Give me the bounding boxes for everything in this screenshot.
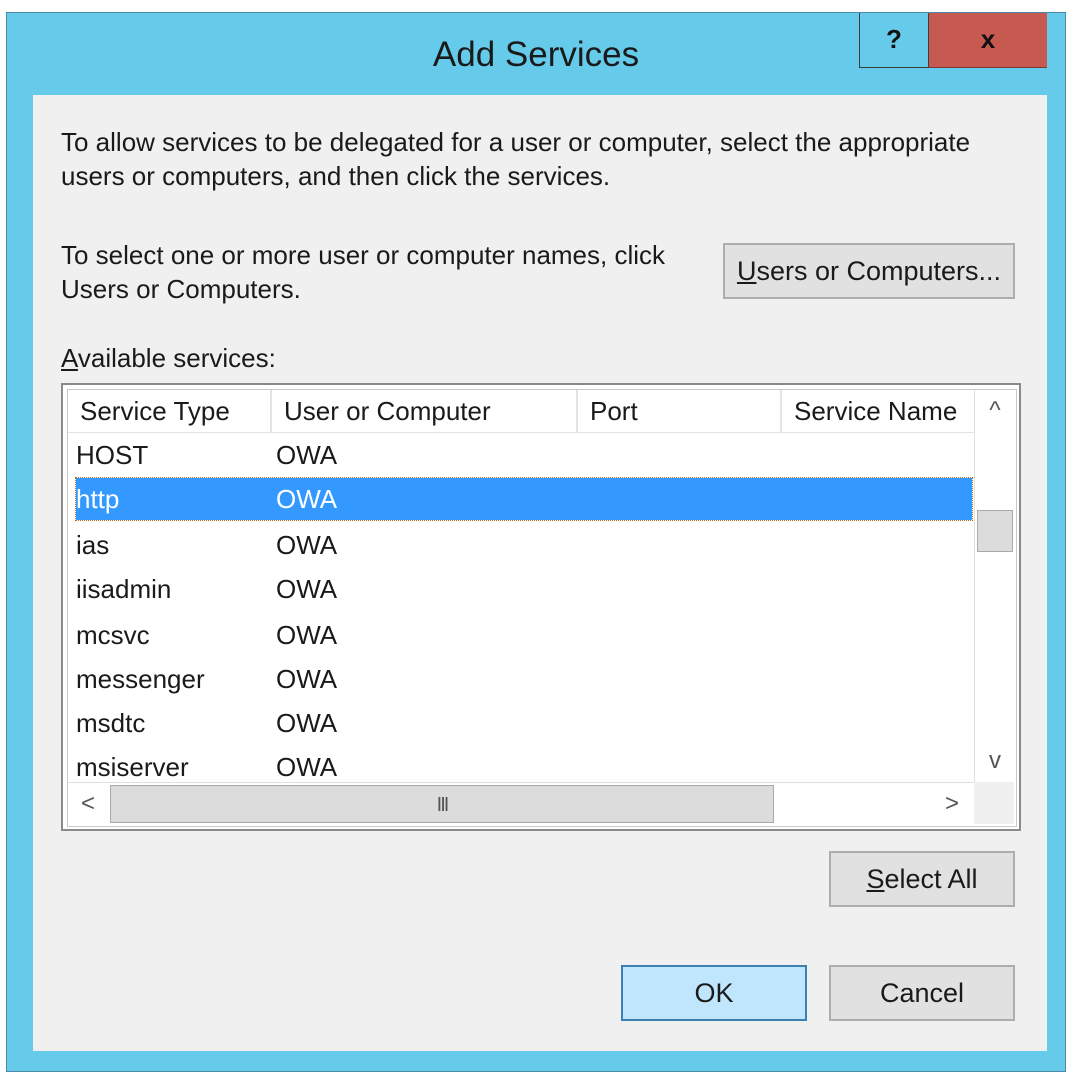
service-type-cell: ias bbox=[76, 530, 110, 560]
horizontal-scroll-thumb[interactable]: III bbox=[110, 785, 774, 823]
mnemonic: U bbox=[736, 255, 757, 286]
service-type-cell: messenger bbox=[76, 664, 205, 694]
cancel-button[interactable]: Cancel bbox=[829, 965, 1015, 1021]
users-or-computers-button[interactable]: Users or Computers... bbox=[723, 243, 1015, 299]
scroll-left-icon[interactable]: < bbox=[68, 783, 108, 825]
user-or-computer-cell: OWA bbox=[276, 620, 338, 650]
column-header-service-type[interactable]: Service Type bbox=[68, 390, 272, 432]
scrollbar-corner bbox=[974, 782, 1014, 824]
vertical-scroll-thumb[interactable] bbox=[977, 510, 1013, 552]
select-instruction-text: To select one or more user or computer n… bbox=[61, 238, 665, 306]
column-header-port[interactable]: Port bbox=[578, 390, 782, 432]
mnemonic: S bbox=[866, 863, 885, 894]
vertical-scrollbar[interactable]: ^ v bbox=[974, 390, 1015, 782]
user-or-computer-cell: OWA bbox=[276, 440, 338, 470]
instruction-line-2: users or computers, and then click the s… bbox=[61, 161, 611, 191]
available-services-label: Available services: bbox=[61, 341, 276, 375]
button-label: sers or Computers... bbox=[756, 255, 1002, 286]
table-row[interactable]: http OWA bbox=[75, 477, 973, 521]
user-or-computer-cell: OWA bbox=[276, 484, 338, 514]
service-type-cell: iisadmin bbox=[76, 574, 172, 604]
user-or-computer-cell: OWA bbox=[276, 708, 338, 738]
select-instruction-line-2: Users or Computers. bbox=[61, 274, 301, 304]
close-button[interactable]: x bbox=[929, 13, 1047, 68]
services-list[interactable]: Service Type User or Computer Port Servi… bbox=[61, 383, 1021, 831]
select-instruction-line-1: To select one or more user or computer n… bbox=[61, 240, 666, 270]
help-button[interactable]: ? bbox=[859, 13, 929, 68]
ok-button[interactable]: OK bbox=[621, 965, 807, 1021]
list-header: Service Type User or Computer Port Servi… bbox=[68, 390, 982, 433]
user-or-computer-cell: OWA bbox=[276, 664, 338, 694]
close-icon: x bbox=[980, 24, 996, 54]
table-row[interactable]: msdtc OWA bbox=[76, 702, 972, 744]
user-or-computer-cell: OWA bbox=[276, 530, 338, 560]
scroll-up-icon[interactable]: ^ bbox=[975, 390, 1015, 432]
service-type-cell: http bbox=[76, 484, 120, 514]
table-row[interactable]: iisadmin OWA bbox=[76, 568, 972, 610]
column-header-service-name[interactable]: Service Name bbox=[782, 390, 982, 432]
select-all-button[interactable]: Select All bbox=[829, 851, 1015, 907]
mnemonic: A bbox=[61, 343, 78, 373]
table-row[interactable]: ias OWA bbox=[76, 524, 972, 566]
button-label: elect All bbox=[884, 863, 978, 894]
table-row[interactable]: mcsvc OWA bbox=[76, 614, 972, 656]
instruction-line-1: To allow services to be delegated for a … bbox=[61, 127, 971, 157]
horizontal-scrollbar[interactable]: < III > bbox=[68, 782, 974, 825]
dialog-body: To allow services to be delegated for a … bbox=[33, 95, 1047, 1051]
user-or-computer-cell: OWA bbox=[276, 574, 338, 604]
scroll-down-icon[interactable]: v bbox=[975, 740, 1015, 782]
help-icon: ? bbox=[886, 24, 902, 54]
table-row[interactable]: messenger OWA bbox=[76, 658, 972, 700]
grip-icon: III bbox=[436, 794, 450, 816]
service-type-cell: msdtc bbox=[76, 708, 146, 738]
scroll-right-icon[interactable]: > bbox=[932, 783, 972, 825]
service-type-cell: HOST bbox=[76, 440, 149, 470]
column-header-user-or-computer[interactable]: User or Computer bbox=[272, 390, 578, 432]
table-row[interactable]: HOST OWA bbox=[76, 434, 972, 476]
label-text: vailable services: bbox=[77, 343, 276, 373]
service-type-cell: mcsvc bbox=[76, 620, 150, 650]
instruction-text: To allow services to be delegated for a … bbox=[61, 125, 970, 193]
add-services-dialog: Add Services ? x To allow services to be… bbox=[6, 12, 1066, 1072]
